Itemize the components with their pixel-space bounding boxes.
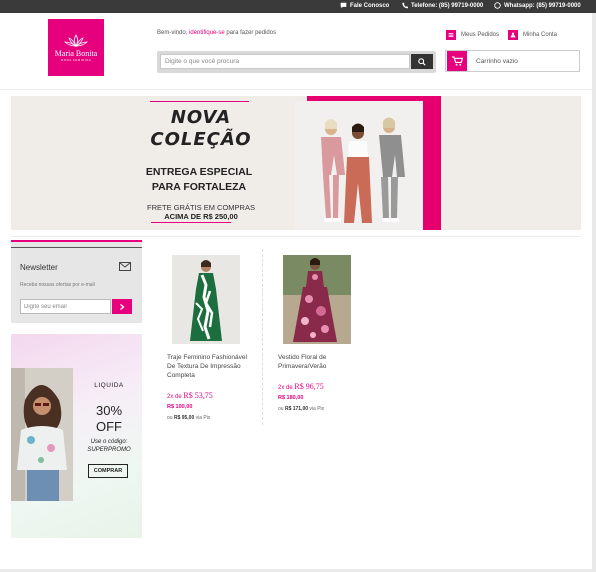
product-divider bbox=[262, 249, 263, 425]
newsletter-box: Newsletter Receba nossas ofertas por e-m… bbox=[11, 240, 142, 323]
banner-underline bbox=[151, 222, 231, 223]
search-icon bbox=[418, 57, 426, 66]
product-price: R$ 100,00 bbox=[167, 404, 193, 410]
my-account-link[interactable]: Minha Conta bbox=[508, 30, 557, 40]
mail-icon bbox=[119, 262, 131, 271]
banner-title: NOVA COLEÇÃO bbox=[150, 107, 252, 150]
promo-photo-bg bbox=[11, 368, 73, 501]
whatsapp-icon bbox=[494, 2, 501, 9]
orders-icon bbox=[446, 30, 456, 40]
promo-banner[interactable]: LIQUIDA 30% OFF Use o código: SUPERPROMO… bbox=[11, 334, 142, 538]
cart-button[interactable]: Carrinho vazio bbox=[445, 50, 580, 72]
banner-photo bbox=[295, 101, 423, 230]
cart-icon bbox=[447, 51, 467, 71]
cart-status: Carrinho vazio bbox=[476, 57, 518, 65]
banner-subtitle: ENTREGA ESPECIAL PARA FORTALEZA bbox=[145, 166, 253, 193]
product-name[interactable]: Traje Feminino Fashionável De Textura De… bbox=[167, 353, 252, 380]
search-button[interactable] bbox=[411, 54, 433, 69]
header-divider bbox=[0, 89, 592, 90]
product-image[interactable] bbox=[283, 255, 351, 344]
product-pix-price: ou R$ 171,00 via Pix bbox=[278, 406, 325, 412]
welcome-message: Bem-vindo, identifique-se para fazer ped… bbox=[157, 30, 277, 36]
product-installments: 2x de R$ 96,75 bbox=[278, 382, 324, 391]
banner-accent-line bbox=[150, 101, 249, 102]
phone-info: Telefone: (85) 99719-0000 bbox=[401, 2, 483, 9]
whatsapp-info[interactable]: Whatsapp: (85) 99719-0000 bbox=[494, 2, 581, 9]
top-bar: Fale Conosco Telefone: (85) 99719-0000 W… bbox=[0, 0, 596, 13]
newsletter-title: Newsletter bbox=[20, 263, 58, 272]
newsletter-email-input[interactable] bbox=[20, 299, 111, 314]
page: Maria Bonita MODA FEMININA Bem-vindo, id… bbox=[0, 13, 592, 569]
contact-link[interactable]: Fale Conosco bbox=[340, 2, 389, 9]
promo-model-illustration bbox=[11, 368, 73, 501]
content-divider bbox=[11, 236, 581, 237]
newsletter-submit-button[interactable] bbox=[112, 299, 132, 314]
chat-icon bbox=[340, 2, 347, 9]
product-installments: 2x de R$ 53,75 bbox=[167, 391, 213, 400]
account-icon bbox=[508, 30, 518, 40]
promo-discount: 30% OFF bbox=[95, 403, 123, 434]
promo-label: LIQUIDA bbox=[94, 382, 124, 389]
banner-shipping-minimum: ACIMA DE R$ 250,00 bbox=[164, 212, 238, 221]
product-photo-2 bbox=[283, 255, 351, 344]
promo-code: Use o código: SUPERPROMO bbox=[87, 439, 131, 453]
product-image[interactable] bbox=[172, 255, 240, 344]
search-input[interactable] bbox=[160, 54, 410, 69]
hero-banner[interactable]: NOVA COLEÇÃO ENTREGA ESPECIAL PARA FORTA… bbox=[11, 96, 581, 230]
arrow-right-icon bbox=[120, 303, 125, 310]
product-name[interactable]: Vestido Floral de Primavera/Verão bbox=[278, 353, 363, 371]
banner-shipping: FRETE GRÁTIS EM COMPRAS bbox=[147, 203, 255, 212]
product-photo-1 bbox=[172, 255, 240, 344]
login-link[interactable]: identifique-se bbox=[189, 30, 225, 36]
my-orders-link[interactable]: Meus Pedidos bbox=[446, 30, 499, 40]
newsletter-description: Receba nossas ofertas por e-mail bbox=[20, 282, 95, 288]
lotus-icon bbox=[64, 33, 88, 47]
product-card[interactable]: Traje Feminino Fashionável De Textura De… bbox=[167, 255, 257, 425]
phone-icon bbox=[402, 2, 408, 9]
store-logo[interactable]: Maria Bonita MODA FEMININA bbox=[48, 19, 104, 76]
search-bar bbox=[157, 51, 436, 73]
logo-text: Maria Bonita bbox=[54, 48, 98, 58]
product-pix-price: ou R$ 95,00 via Pix bbox=[167, 415, 211, 421]
product-card[interactable]: Vestido Floral de Primavera/Verão 2x de … bbox=[278, 255, 368, 425]
models-illustration bbox=[295, 101, 423, 230]
product-price: R$ 180,00 bbox=[278, 395, 304, 401]
promo-buy-button[interactable]: COMPRAR bbox=[88, 464, 128, 478]
logo-tagline: MODA FEMININA bbox=[60, 57, 92, 62]
